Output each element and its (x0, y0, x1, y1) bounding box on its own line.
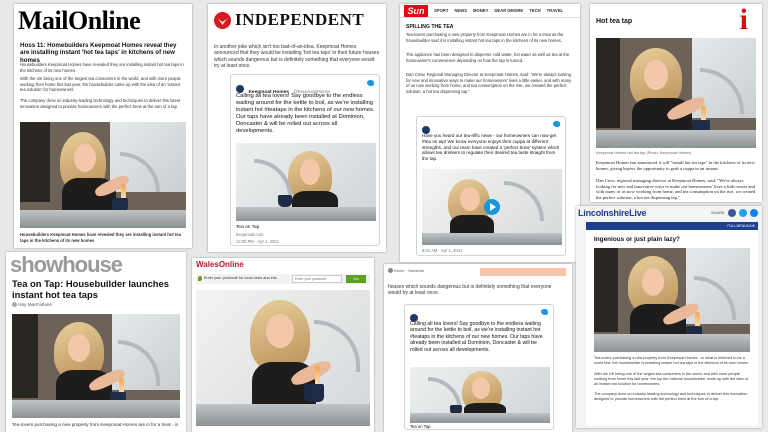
sun-embedded-tweet[interactable]: Have you heard our tea-riffic news - our… (416, 116, 566, 256)
walesonline-postcode-bar: Enter your postcode for local news and i… (196, 274, 370, 284)
tweet-video-thumbnail[interactable] (422, 169, 562, 245)
postcode-go-button[interactable]: Go (346, 275, 366, 283)
sun-nav-item[interactable]: TECH (529, 8, 540, 13)
tweet-card-title[interactable]: Tea on Tap (410, 424, 430, 429)
independent-masthead[interactable]: INDEPENDENT (214, 10, 364, 30)
tweet-text: Calling all tea lovers! Say goodbye to t… (410, 321, 543, 353)
walesonline-article-photo (196, 290, 370, 426)
lincolnshirelive-headline: Ingenious or just plain lazy? (594, 236, 680, 243)
showhouse-article-photo (12, 314, 180, 418)
mailonline-headline[interactable]: Hoss 11: Homebuilders Keepmoat Homes rev… (20, 42, 186, 64)
sun-nav-item[interactable]: MONEY (473, 8, 488, 13)
lincolnshirelive-paragraph-2: With the UK being one of the largest tea… (594, 372, 748, 386)
twitter-bird-icon (541, 309, 548, 315)
walesonline-logo[interactable]: WalesOnline (196, 260, 244, 269)
showhouse-author: Issy MacFarlane (12, 302, 52, 308)
tweet-card-image[interactable] (236, 143, 376, 221)
sun-paragraph-3: Dan Crew, Regional Managing Director at … (406, 72, 572, 94)
inews-article-photo (596, 38, 756, 148)
inews-card: Hot tea tap i Keepmoat Homes hot tea tap… (590, 4, 762, 202)
tweet-timestamp[interactable]: 8:01 AM · Apr 1, 2021 (422, 248, 463, 253)
sun-nav-item[interactable]: DEAR DEIDRE (494, 8, 523, 13)
tweet-card-domain[interactable]: keepmoat.com (236, 232, 263, 237)
showhouse-headline: Tea on Tap: Housebuilder launches instan… (12, 278, 169, 300)
lincolnshirelive-article-photo (594, 248, 750, 352)
showhouse-card: showhouse Tea on Tap: Housebuilder launc… (6, 252, 186, 432)
lincolnshirelive-paragraph-3: The company drew on industry-leading tec… (594, 392, 748, 401)
byline-avatar (388, 268, 393, 274)
inews-paragraph-2: Dan Crew, regional managing director at … (596, 178, 756, 200)
play-icon[interactable] (484, 199, 500, 215)
sun-card: Sun SPORT NEWS MONEY DEAR DEIDRE TECH TR… (400, 4, 580, 262)
lincolnshirelive-subnav-right[interactable]: FULL MENU/LINK (727, 224, 755, 228)
lincolnshirelive-logo[interactable]: LincolnshireLive (578, 208, 647, 218)
independent-logo: INDEPENDENT (235, 10, 365, 29)
twitter-icon[interactable] (738, 209, 747, 217)
independent-body-text: In another joke which isn't too bad-of-a… (214, 44, 380, 70)
regional-embedded-tweet[interactable]: Calling all tea lovers! Say goodbye to t… (404, 304, 554, 430)
tweet-text: Calling all tea lovers! Say goodbye to t… (236, 93, 375, 134)
mailonline-paragraph-2: With the UK being one of the largest tea… (20, 76, 181, 93)
twitter-bird-icon (553, 121, 560, 127)
regional-byline-name[interactable]: Kevin · Yorkshire (394, 268, 424, 273)
inews-paragraph-1: Keepmoat Homes has announced it will "in… (596, 160, 755, 171)
sun-nav-item[interactable]: NEWS (454, 8, 467, 13)
regional-byline: Kevin · Yorkshire (388, 268, 424, 274)
tweet-timestamp[interactable]: 12:00 PM · Apr 1, 2021 (236, 239, 279, 244)
independent-embedded-tweet[interactable]: Keepmoat Homes @KeepmoatHomes Calling al… (230, 74, 380, 246)
mailonline-logo[interactable]: MailOnline (18, 6, 141, 36)
lincolnshirelive-card: LincolnshireLive SHARE FULL MENU/LINK In… (576, 206, 762, 428)
mailonline-photo-caption: Housebuilders Keepmoat Homes have reveal… (20, 232, 182, 243)
walesonline-header: WalesOnline (192, 258, 374, 272)
walesonline-card: WalesOnline Enter your postcode for loca… (192, 258, 374, 432)
author-avatar (12, 302, 17, 308)
sun-logo[interactable]: Sun (404, 5, 428, 17)
mailonline-paragraph-3: The company drew on industry-leading tec… (20, 98, 181, 109)
sun-paragraph-1: Tea-lovers purchasing a new property fro… (406, 32, 564, 43)
location-pin-icon (198, 276, 202, 281)
independent-card: INDEPENDENT In another joke which isn't … (208, 4, 386, 252)
mailonline-paragraph-1: Housebuilders Keepmoat Homes have reveal… (20, 62, 184, 73)
tweet-avatar[interactable] (236, 84, 244, 93)
lincolnshirelive-article: FULL MENU/LINK Ingenious or just plain l… (586, 222, 758, 426)
showhouse-logo[interactable]: showhouse (10, 252, 123, 278)
showhouse-paragraph-1: Tea-lovers purchasing a new property fro… (12, 422, 179, 427)
lincolnshirelive-paragraph-1: Tea-lovers purchasing a new property fro… (594, 356, 750, 365)
independent-eagle-icon (214, 11, 231, 29)
inews-logo[interactable]: i (740, 4, 748, 36)
tweet-card-image[interactable] (410, 367, 550, 423)
facebook-icon[interactable] (727, 209, 736, 217)
postcode-input[interactable] (292, 275, 342, 283)
tweet-text: Have you heard our tea-riffic news - our… (422, 133, 560, 162)
sun-section-heading: SPILLING THE TEA (406, 24, 454, 30)
lincolnshirelive-share: SHARE (711, 209, 758, 217)
tweet-card-title[interactable]: Tea on Tap (236, 225, 259, 230)
regional-news-card: Kevin · Yorkshire houses which sounds da… (384, 264, 572, 432)
sun-top-bar: Sun SPORT NEWS MONEY DEAR DEIDRE TECH TR… (400, 4, 580, 18)
sun-nav-item[interactable]: TRAVEL (547, 8, 563, 13)
showhouse-author-name[interactable]: Issy MacFarlane (18, 302, 52, 307)
regional-body-text: houses which sounds dangerous but is def… (388, 284, 552, 297)
lincolnshirelive-subnav: FULL MENU/LINK (586, 222, 758, 230)
regional-ad-strip (480, 268, 566, 276)
inews-title: Hot tea tap (596, 18, 633, 25)
mailonline-card: MailOnline Hoss 11: Homebuilders Keepmoa… (14, 4, 192, 248)
inews-photo-caption: Keepmoat Homes hot tea tap (Photo: Keepm… (596, 151, 692, 155)
walesonline-postcode-prompt: Enter your postcode for local news and i… (204, 276, 277, 280)
sun-paragraph-2: The appliance has been designed to dispe… (406, 52, 570, 63)
twitter-bird-icon (367, 80, 374, 86)
mailonline-article-photo (20, 122, 186, 228)
sun-nav-item[interactable]: SPORT (434, 8, 448, 13)
messenger-icon[interactable] (750, 209, 758, 217)
sun-nav: SPORT NEWS MONEY DEAR DEIDRE TECH TRAVEL (434, 8, 563, 13)
